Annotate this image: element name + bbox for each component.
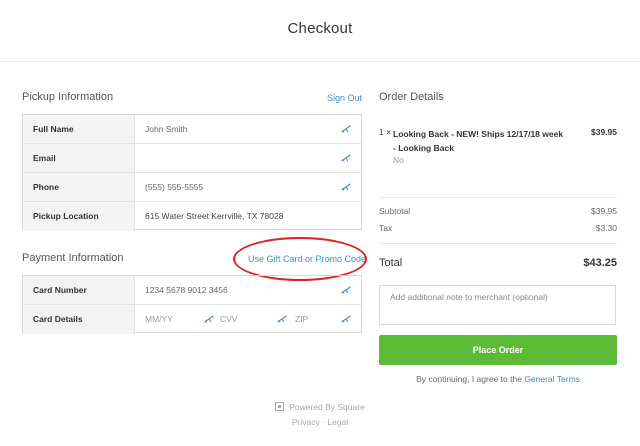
email-row: Email [23,144,361,173]
footer: Powered By Square Privacy · Legal [0,402,640,427]
legal-link[interactable]: Legal [327,417,348,427]
email-field[interactable] [135,144,361,172]
terms-prefix: By continuing, I agree to the [416,374,522,384]
gift-card-promo-link[interactable]: Use Gift Card or Promo Code [248,254,366,264]
pickup-location-row: Pickup Location 615 Water Street Kerrvil… [23,202,361,231]
autofill-key-icon[interactable] [341,182,351,192]
phone-value: (555) 555-5555 [145,182,204,192]
cvv-field[interactable]: CVV [220,305,295,334]
item-option: No [393,155,404,165]
footer-separator: · [322,417,325,427]
card-number-row: Card Number 1234 5678 9012 3456 [23,276,361,305]
subtotal-line: Subtotal $39.95 [379,206,617,216]
phone-row: Phone (555) 555-5555 [23,173,361,202]
phone-field[interactable]: (555) 555-5555 [135,173,361,201]
page-title: Checkout [287,20,353,37]
subtotal-value: $39.95 [591,206,617,216]
card-details-row: Card Details MM/YY CVV ZIP [23,305,361,334]
pickup-section-title: Pickup Information [22,91,114,103]
phone-label: Phone [23,173,135,201]
card-details-label: Card Details [23,305,135,334]
full-name-value: John Smith [145,124,188,134]
square-logo-icon [275,402,285,411]
card-number-label: Card Number [23,276,135,304]
full-name-row: Full Name John Smith [23,115,361,144]
card-number-value: 1234 5678 9012 3456 [145,285,228,295]
privacy-link[interactable]: Privacy [292,417,320,427]
merchant-note-placeholder: Add additional note to merchant (optiona… [390,292,548,302]
header: Checkout [0,0,640,62]
divider [379,243,617,244]
powered-by-text: Powered By Square [289,402,365,412]
payment-section-title: Payment Information [22,252,124,264]
divider [379,197,617,198]
sign-out-link[interactable]: Sign Out [327,93,362,103]
item-name: Looking Back - NEW! Ships 12/17/18 week … [393,129,564,153]
tax-line: Tax $3.30 [379,223,617,233]
autofill-key-icon[interactable] [341,153,351,163]
zip-field[interactable]: ZIP [295,305,361,334]
payment-form: Card Number 1234 5678 9012 3456 Card Det… [22,275,362,334]
item-quantity: 1 × [379,127,392,137]
pickup-form: Full Name John Smith Email Phone (555) 5… [22,114,362,231]
subtotal-label: Subtotal [379,206,411,216]
autofill-key-icon[interactable] [341,314,351,324]
item-price: $39.95 [591,127,617,137]
full-name-field[interactable]: John Smith [135,115,361,143]
total-line: Total $43.25 [379,257,617,269]
total-label: Total [379,257,403,269]
pickup-location-label: Pickup Location [23,202,135,231]
autofill-key-icon[interactable] [341,124,351,134]
autofill-key-icon[interactable] [341,285,351,295]
autofill-key-icon[interactable] [204,314,214,324]
order-details-title: Order Details [379,91,444,103]
terms-text: By continuing, I agree to the General Te… [379,374,617,384]
autofill-key-icon[interactable] [277,314,287,324]
cvv-placeholder: CVV [220,314,238,324]
general-terms-link[interactable]: General Terms [524,374,580,384]
total-value: $43.25 [583,257,617,269]
tax-value: $3.30 [595,223,617,233]
full-name-label: Full Name [23,115,135,143]
tax-label: Tax [379,223,393,233]
card-details-fields: MM/YY CVV ZIP [135,305,361,334]
card-number-field[interactable]: 1234 5678 9012 3456 [135,276,361,304]
zip-placeholder: ZIP [295,314,309,324]
email-label: Email [23,144,135,172]
merchant-note-textarea[interactable]: Add additional note to merchant (optiona… [379,285,616,325]
expiry-placeholder: MM/YY [145,314,173,324]
expiry-field[interactable]: MM/YY [135,305,220,334]
pickup-location-value: 615 Water Street Kerrville, TX 78028 [145,211,284,221]
place-order-button[interactable]: Place Order [379,335,617,365]
